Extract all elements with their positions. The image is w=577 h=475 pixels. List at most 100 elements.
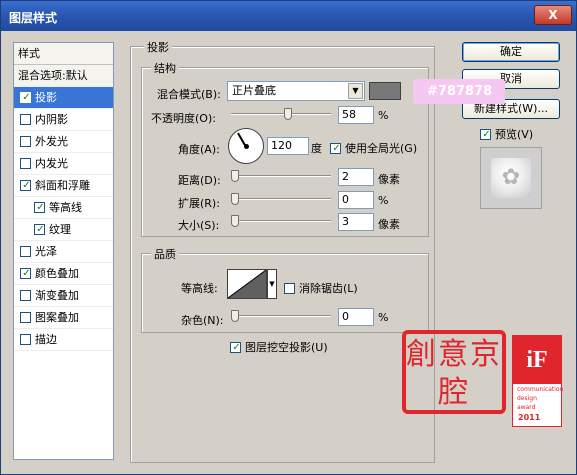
size-track [231,220,331,222]
award-line3: award [517,404,536,411]
style-checkbox[interactable] [20,290,31,301]
preview-label: 预览(V) [495,128,534,141]
preview-swatch: ✿ [491,158,531,198]
knockout-check[interactable] [230,342,242,353]
style-item[interactable]: 光泽 [14,241,113,263]
style-item[interactable]: 内发光 [14,153,113,175]
preview-checkbox[interactable]: 预览(V) [480,126,533,142]
contour-picker[interactable] [227,269,267,299]
color-tooltip: #787878 [413,79,505,104]
blend-mode-value: 正片叠底 [232,84,276,97]
distance-slider[interactable] [231,168,331,184]
style-item[interactable]: 外发光 [14,131,113,153]
style-item[interactable]: 纹理 [14,219,113,241]
blend-options-item[interactable]: 混合选项:默认 [14,65,113,87]
style-item-label: 颜色叠加 [35,267,79,280]
size-thumb[interactable] [231,215,239,227]
style-item-label: 斜面和浮雕 [35,179,90,192]
style-item-label: 等高线 [49,201,82,214]
distance-track [231,175,331,177]
style-item-label: 渐变叠加 [35,289,79,302]
angle-label: 角度(A): [178,143,220,156]
style-checkbox[interactable] [20,246,31,257]
angle-center [244,144,249,149]
style-checkbox[interactable] [20,334,31,345]
close-button[interactable]: X [534,5,572,25]
style-item-label: 投影 [35,91,57,104]
opacity-thumb[interactable] [284,108,292,120]
style-checkbox[interactable] [20,268,32,279]
noise-label: 杂色(N): [181,314,224,327]
spread-thumb[interactable] [231,193,239,205]
spread-slider[interactable] [231,191,331,207]
shadow-color-swatch[interactable] [369,82,401,100]
style-checkbox[interactable] [20,136,31,147]
distance-label: 距离(D): [178,174,221,187]
style-checkbox[interactable] [20,92,32,103]
blend-mode-select[interactable]: 正片叠底 ▼ [227,81,365,101]
distance-unit: 像素 [378,173,400,186]
layer-style-dialog: 图层样式 X 样式 混合选项:默认 投影内阴影外发光内发光斜面和浮雕等高线纹理光… [0,0,577,475]
angle-dial[interactable] [228,128,264,164]
noise-slider[interactable] [231,308,331,324]
size-slider[interactable] [231,213,331,229]
noise-unit: % [378,311,389,324]
blend-mode-label: 混合模式(B): [157,88,221,101]
ok-button[interactable]: 确定 [462,42,560,62]
style-checkbox[interactable] [20,114,31,125]
spread-unit: % [378,194,389,207]
knockout-checkbox[interactable]: 图层挖空投影(U) [230,339,328,355]
dialog-body: 样式 混合选项:默认 投影内阴影外发光内发光斜面和浮雕等高线纹理光泽颜色叠加渐变… [5,31,573,472]
style-checkbox[interactable] [20,180,32,191]
style-checkbox[interactable] [20,312,31,323]
noise-track [231,315,331,317]
seal-text: 創意京腔 [406,337,502,410]
award-line1: communication [517,386,564,393]
style-item[interactable]: 颜色叠加 [14,263,113,285]
styles-header[interactable]: 样式 [14,43,113,65]
style-item-label: 光泽 [35,245,57,258]
opacity-input[interactable]: 58 [338,106,374,124]
if-award-logo: iF communication design award 2011 [512,335,564,427]
style-checkbox[interactable] [34,202,46,213]
seal-stamp: 創意京腔 [402,330,506,414]
style-item[interactable]: 图案叠加 [14,307,113,329]
opacity-label: 不透明度(O): [151,112,216,125]
spread-input[interactable]: 0 [338,191,374,209]
global-light-checkbox[interactable]: 使用全局光(G) [330,140,417,156]
contour-label: 等高线: [181,282,218,295]
antialias-checkbox[interactable]: 消除锯齿(L) [284,280,358,296]
antialias-check[interactable] [284,283,295,294]
style-item-label: 图案叠加 [35,311,79,324]
global-light-label: 使用全局光(G) [345,142,418,155]
style-item[interactable]: 投影 [14,87,113,109]
size-label: 大小(S): [178,219,220,232]
style-item-label: 纹理 [49,223,71,236]
opacity-slider[interactable] [231,106,331,122]
window-title: 图层样式 [9,11,58,25]
size-unit: 像素 [378,218,400,231]
style-checkbox[interactable] [34,224,46,235]
global-light-check[interactable] [330,143,342,154]
if-logo-mark: iF [513,336,561,384]
noise-input[interactable]: 0 [338,308,374,326]
knockout-label: 图层挖空投影(U) [245,341,328,354]
style-item[interactable]: 渐变叠加 [14,285,113,307]
preview-check[interactable] [480,129,492,140]
style-item[interactable]: 等高线 [14,197,113,219]
style-item-label: 描边 [35,333,57,346]
style-item[interactable]: 内阴影 [14,109,113,131]
angle-input[interactable]: 120 [267,137,309,155]
noise-thumb[interactable] [231,310,239,322]
structure-title: 结构 [151,60,179,76]
contour-dropdown-icon[interactable]: ▼ [267,269,277,299]
style-item[interactable]: 斜面和浮雕 [14,175,113,197]
style-checkbox[interactable] [20,158,31,169]
antialias-label: 消除锯齿(L) [299,282,358,295]
distance-input[interactable]: 2 [338,168,374,186]
distance-thumb[interactable] [231,170,239,182]
style-item[interactable]: 描边 [14,329,113,351]
spread-label: 扩展(R): [178,197,220,210]
angle-unit: 度 [311,142,322,155]
size-input[interactable]: 3 [338,213,374,231]
